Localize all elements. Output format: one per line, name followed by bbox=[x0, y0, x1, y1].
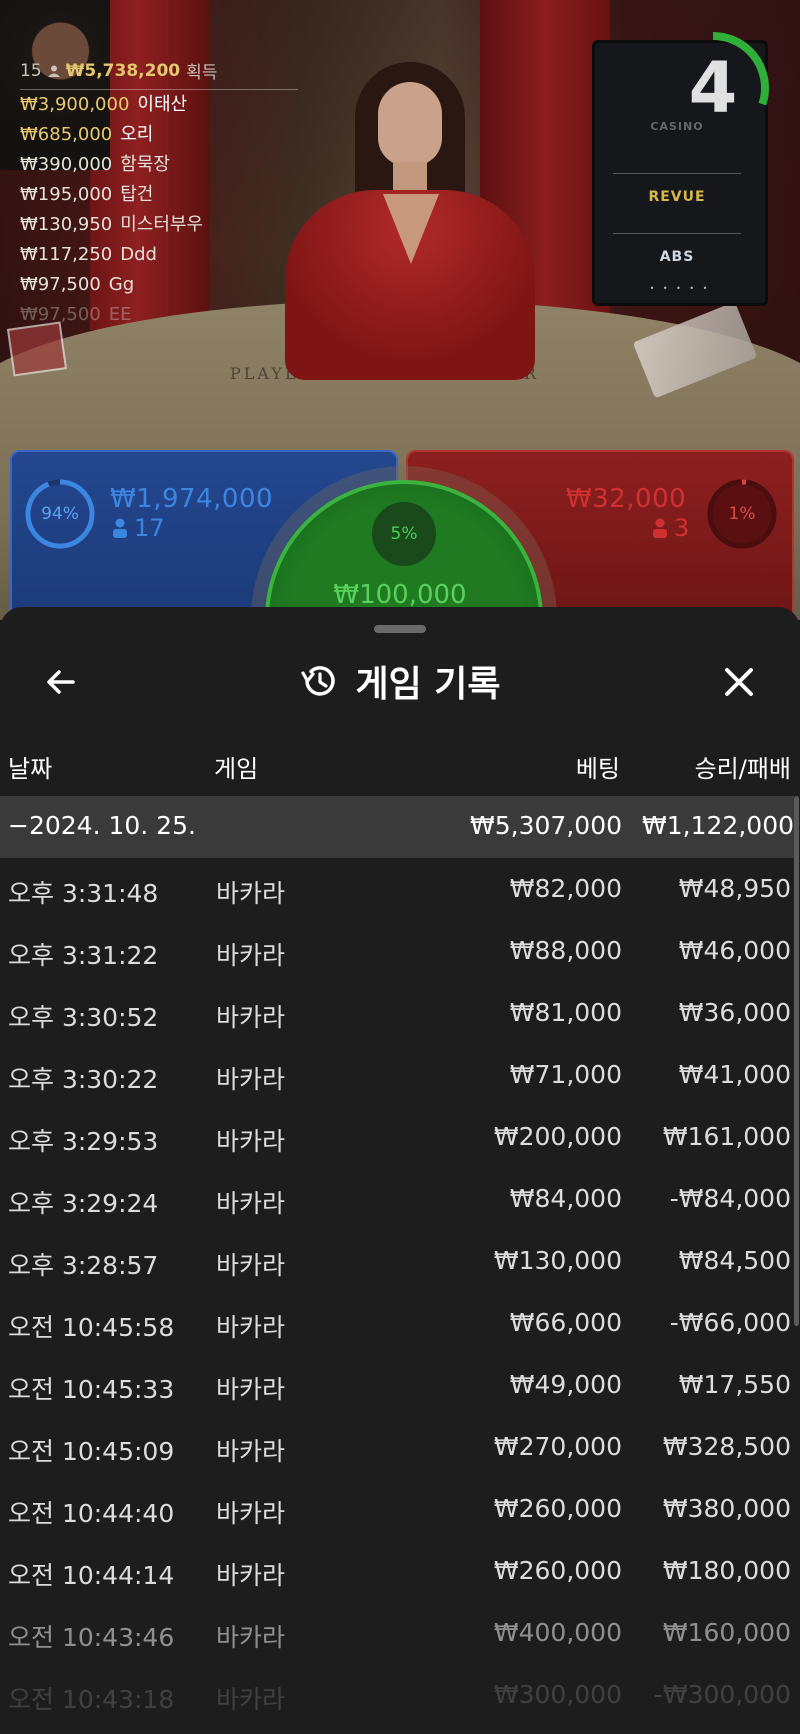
winners-list: 15 ₩5,738,200 획득 ₩3,900,000 이태산 ₩685,000 오… bbox=[20, 58, 298, 330]
tie-bet-amount: ₩100,000 bbox=[333, 580, 467, 610]
date-group-result-total: ₩1,122,000 bbox=[642, 811, 794, 840]
column-header-date: 날짜 bbox=[8, 755, 53, 783]
timer-value: 4 bbox=[688, 47, 738, 129]
winner-entry: ₩3,900,000 이태산 bbox=[20, 94, 188, 115]
person-icon bbox=[653, 518, 667, 538]
sheet-title: 게임 기록 bbox=[355, 664, 501, 705]
winners-count: 15 bbox=[20, 60, 42, 81]
history-row[interactable]: 오전 10:43:46 바카라 ₩400,000 ₩160,000 bbox=[0, 1602, 794, 1664]
date-group-date: −2024. 10. 25. bbox=[8, 811, 196, 840]
history-row[interactable]: 오후 3:29:53 바카라 ₩200,000 ₩161,000 bbox=[0, 1106, 794, 1168]
game-history-sheet: 게임 기록 날짜 게임 베팅 승리/패배 −2024. 10. 25. ₩5,3… bbox=[0, 607, 800, 1734]
player-percent: 94% bbox=[41, 504, 79, 524]
close-icon bbox=[725, 668, 753, 696]
column-headers: 날짜 게임 베팅 승리/패배 bbox=[0, 745, 800, 785]
winner-entry: ₩117,250 Ddd bbox=[20, 244, 157, 265]
winner-entry: ₩130,950 미스터부우 bbox=[20, 214, 204, 235]
winners-header: 15 ₩5,738,200 획득 bbox=[20, 58, 298, 90]
player-count-value: 17 bbox=[134, 514, 165, 542]
history-row[interactable]: 오전 10:44:40 바카라 ₩260,000 ₩380,000 bbox=[0, 1478, 794, 1540]
history-row[interactable]: 오후 3:30:22 바카라 ₩71,000 ₩41,000 bbox=[0, 1044, 794, 1106]
banker-bet-amount: ₩32,000 bbox=[566, 484, 687, 514]
history-list: 오후 3:31:48 바카라 ₩82,000 ₩48,950 오후 3:31:22 바카… bbox=[0, 858, 794, 1726]
date-group-header[interactable]: −2024. 10. 25. ₩5,307,000 ₩1,122,000 bbox=[0, 796, 794, 858]
history-icon bbox=[301, 666, 336, 696]
drag-handle[interactable] bbox=[374, 625, 426, 633]
date-group-bet-total: ₩5,307,000 bbox=[470, 811, 622, 840]
winners-total: ₩5,738,200 bbox=[65, 60, 181, 81]
banker-percent: 1% bbox=[728, 504, 756, 524]
winner-entry: ₩97,500 EE bbox=[20, 304, 132, 325]
history-row[interactable]: 오전 10:44:14 바카라 ₩260,000 ₩180,000 bbox=[0, 1540, 794, 1602]
live-video-feed: PLAYER BANKER 15 ₩5,738,200 획득 ₩3,900,00… bbox=[0, 0, 800, 620]
winners-suffix: 획득 bbox=[186, 63, 218, 83]
sheet-header: 게임 기록 bbox=[0, 653, 800, 709]
winner-entry: ₩97,500 Gg bbox=[20, 274, 135, 295]
banker-count-value: 3 bbox=[674, 514, 690, 542]
player-bettor-count: 17 bbox=[112, 514, 165, 542]
column-header-result: 승리/패배 bbox=[694, 755, 791, 783]
history-row[interactable]: 오전 10:45:33 바카라 ₩49,000 ₩17,550 bbox=[0, 1354, 794, 1416]
close-button[interactable] bbox=[714, 657, 764, 707]
history-row[interactable]: 오후 3:30:52 바카라 ₩81,000 ₩36,000 bbox=[0, 982, 794, 1044]
winner-entry: ₩685,000 오리 bbox=[20, 124, 154, 145]
scrollbar[interactable] bbox=[794, 796, 799, 1326]
banker-percent-ring: 1% bbox=[706, 478, 778, 550]
history-row[interactable]: 오후 3:31:48 바카라 ₩82,000 ₩48,950 bbox=[0, 858, 794, 920]
carousel-dots: • • • • • bbox=[649, 284, 711, 293]
column-header-bet: 베팅 bbox=[575, 755, 620, 783]
history-row[interactable]: 오전 10:45:58 바카라 ₩66,000 -₩66,000 bbox=[0, 1292, 794, 1354]
history-row[interactable]: 오전 10:43:18 바카라 ₩300,000 -₩300,000 bbox=[0, 1664, 794, 1726]
history-row[interactable]: 오후 3:29:24 바카라 ₩84,000 -₩84,000 bbox=[0, 1168, 794, 1230]
sponsor-logo-abs: ABS bbox=[613, 233, 741, 280]
person-icon bbox=[113, 518, 127, 538]
user-icon bbox=[47, 65, 60, 77]
winner-entry: ₩195,000 탑건 bbox=[20, 184, 154, 205]
history-row[interactable]: 오전 10:45:09 바카라 ₩270,000 ₩328,500 bbox=[0, 1416, 794, 1478]
round-timer: 4 bbox=[655, 30, 771, 146]
winner-entry: ₩390,000 함묵장 bbox=[20, 154, 170, 175]
history-row[interactable]: 오후 3:28:57 바카라 ₩130,000 ₩84,500 bbox=[0, 1230, 794, 1292]
player-percent-ring: 94% bbox=[24, 478, 96, 550]
column-header-game: 게임 bbox=[214, 755, 259, 783]
player-bet-amount: ₩1,974,000 bbox=[110, 484, 274, 514]
history-row[interactable]: 오후 3:31:22 바카라 ₩88,000 ₩46,000 bbox=[0, 920, 794, 982]
banker-bettor-count: 3 bbox=[652, 514, 689, 542]
sponsor-logo-revue: REVUE bbox=[613, 173, 741, 220]
dealer bbox=[285, 62, 575, 380]
tie-percent: 5% bbox=[372, 502, 436, 566]
